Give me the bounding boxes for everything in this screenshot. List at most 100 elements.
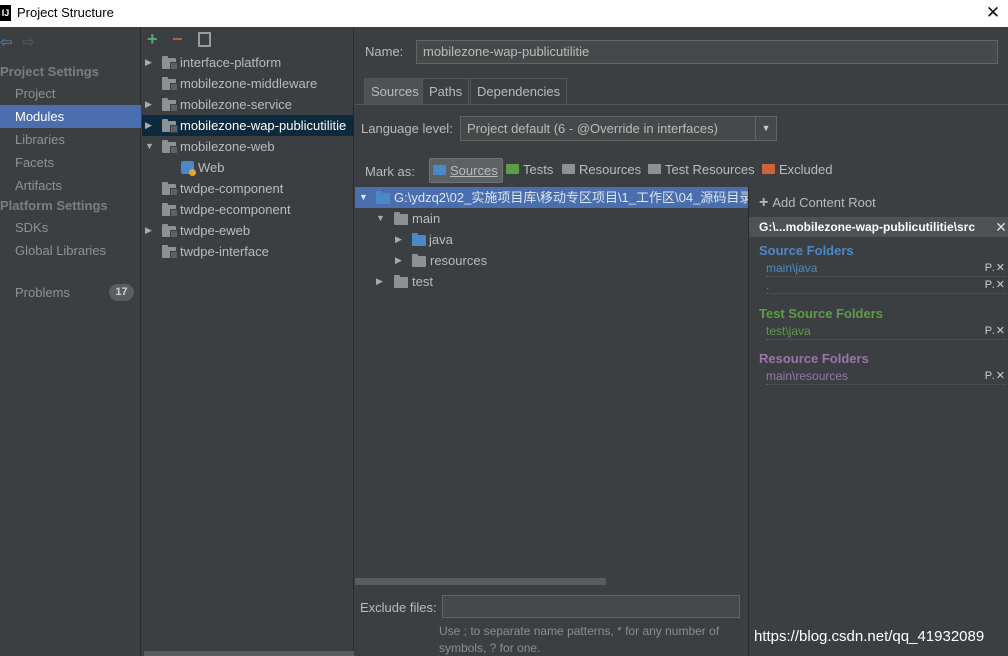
module-name-input[interactable]: mobilezone-wap-publicutilitie — [416, 40, 998, 64]
tree-row-label: twdpe-ecomponent — [180, 202, 291, 217]
tree-row-twdpe-ecomponent[interactable]: twdpe-ecomponent — [142, 199, 354, 220]
tree-row-label: mobilezone-middleware — [180, 76, 318, 91]
folder-entry-actions-icon[interactable]: P.✕ — [985, 323, 1006, 340]
nav-item-modules[interactable]: Modules — [0, 105, 141, 128]
resource-folders-title: Resource Folders — [759, 351, 869, 366]
tab-paths[interactable]: Paths — [422, 78, 470, 104]
exclude-files-input[interactable] — [442, 595, 740, 618]
web-facet-icon — [181, 161, 196, 176]
mark-test-resources-button[interactable]: Test Resources — [645, 158, 759, 183]
test-source-folders-title: Test Source Folders — [759, 306, 884, 321]
platform-settings-header: Platform Settings — [0, 198, 108, 213]
tree-row-label: twdpe-eweb — [180, 223, 251, 238]
module-folder-icon — [162, 98, 178, 112]
tree-row-twdpe-eweb[interactable]: ▶ twdpe-eweb — [142, 220, 354, 241]
mark-tests-button[interactable]: Tests — [503, 158, 557, 183]
folder-entry-actions-icon[interactable]: P.✕ — [985, 277, 1006, 294]
collapse-arrow-icon[interactable]: ▼ — [145, 136, 155, 157]
tree-row-label: twdpe-component — [180, 181, 284, 196]
mark-sources-button[interactable]: Sources — [429, 158, 503, 183]
language-level-label: Language level: — [361, 121, 453, 136]
folder-icon — [376, 191, 390, 204]
window-title: Project Structure — [17, 5, 114, 20]
add-content-root-button[interactable]: + Add Content Root — [759, 194, 876, 212]
tree-row-resources[interactable]: ▶ resources — [355, 250, 748, 271]
settings-nav: ⇦ ⇨ Project Settings Project Modules Lib… — [0, 27, 141, 656]
module-folder-icon — [162, 77, 178, 91]
chevron-down-icon[interactable]: ▼ — [755, 117, 776, 140]
history-nav: ⇦ ⇨ — [0, 35, 60, 51]
back-arrow-icon[interactable]: ⇦ — [0, 35, 13, 51]
source-folder-path: . — [766, 278, 770, 292]
problems-count-badge: 17 — [109, 284, 134, 301]
tree-row-label: java — [429, 232, 453, 247]
nav-item-libraries[interactable]: Libraries — [0, 128, 141, 151]
resource-folder-icon — [412, 254, 426, 267]
tree-row-mobilezone-wap-publicutilitie[interactable]: ▶ mobilezone-wap-publicutilitie — [142, 115, 354, 136]
expand-arrow-icon[interactable]: ▶ — [145, 115, 155, 136]
tabs-divider — [355, 104, 1008, 105]
resource-folder-entry: main\resources P.✕ — [766, 368, 1006, 385]
add-content-root-label: Add Content Root — [772, 195, 876, 210]
add-icon: + — [759, 194, 769, 211]
test-source-folder-entry: test\java P.✕ — [766, 323, 1006, 340]
tree-horizontal-scrollbar[interactable] — [144, 651, 354, 656]
test-source-folder-path: test\java — [766, 324, 811, 338]
remove-content-root-icon[interactable]: ✕ — [993, 217, 1008, 237]
tree-row-label: resources — [430, 253, 488, 268]
tab-sources[interactable]: Sources — [364, 78, 426, 104]
tree-row-label: Web — [198, 160, 225, 175]
language-level-select[interactable]: Project default (6 - @Override in interf… — [460, 116, 777, 141]
folder-entry-actions-icon[interactable]: P.✕ — [985, 368, 1006, 385]
language-level-value: Project default (6 - @Override in interf… — [467, 121, 718, 136]
tree-row-test[interactable]: ▶ test — [355, 271, 748, 292]
expand-arrow-icon[interactable]: ▶ — [145, 52, 155, 73]
content-root-header-path: G:\...mobilezone-wap-publicutilitie\src — [759, 220, 976, 234]
tree-row-main[interactable]: ▼ main — [355, 208, 748, 229]
nav-item-facets[interactable]: Facets — [0, 151, 141, 174]
nav-item-project[interactable]: Project — [0, 82, 141, 105]
source-folder-icon — [412, 233, 426, 246]
project-settings-header: Project Settings — [0, 64, 99, 79]
tree-row-java[interactable]: ▶ java — [355, 229, 748, 250]
expand-arrow-icon[interactable]: ▶ — [395, 229, 402, 250]
tree-row-interface-platform[interactable]: ▶ interface-platform — [142, 52, 354, 73]
mark-excluded-label: Excluded — [779, 162, 833, 177]
content-root-path: G:\ydzq2\02_实施项目库\移动专区项目\1_工作区\04_源码目录\t… — [394, 190, 748, 205]
copy-icon[interactable] — [198, 32, 211, 47]
tree-row-mobilezone-service[interactable]: ▶ mobilezone-service — [142, 94, 354, 115]
exclude-files-label: Exclude files: — [360, 600, 437, 615]
nav-item-sdks[interactable]: SDKs — [0, 216, 141, 239]
tab-dependencies[interactable]: Dependencies — [470, 78, 568, 104]
tree-row-label: test — [412, 274, 433, 289]
title-bar: IJ Project Structure ✕ — [0, 0, 1008, 27]
tree-row-mobilezone-middleware[interactable]: mobilezone-middleware — [142, 73, 354, 94]
module-tree: + − ▶ interface-platform mobilezone-midd… — [142, 27, 354, 656]
forward-arrow-icon[interactable]: ⇨ — [22, 35, 35, 51]
remove-module-icon[interactable]: − — [172, 29, 183, 49]
collapse-arrow-icon[interactable]: ▼ — [359, 187, 368, 208]
content-tree-scrollbar[interactable] — [355, 578, 606, 585]
expand-arrow-icon[interactable]: ▶ — [376, 271, 383, 292]
content-root-row[interactable]: ▼ G:\ydzq2\02_实施项目库\移动专区项目\1_工作区\04_源码目录… — [355, 187, 748, 208]
nav-item-global-libraries[interactable]: Global Libraries — [0, 239, 141, 262]
close-icon[interactable]: ✕ — [978, 0, 1008, 27]
tree-row-twdpe-component[interactable]: twdpe-component — [142, 178, 354, 199]
mark-resources-button[interactable]: Resources — [559, 158, 645, 183]
tree-row-label: main — [412, 211, 441, 226]
expand-arrow-icon[interactable]: ▶ — [395, 250, 402, 271]
expand-arrow-icon[interactable]: ▶ — [145, 220, 155, 241]
nav-item-artifacts[interactable]: Artifacts — [0, 174, 141, 197]
add-module-icon[interactable]: + — [147, 29, 158, 49]
mark-excluded-button[interactable]: Excluded — [759, 158, 836, 183]
mark-sources-label: Sources — [450, 163, 498, 178]
mark-tests-label: Tests — [523, 162, 554, 177]
folder-entry-actions-icon[interactable]: P.✕ — [985, 260, 1006, 277]
tree-row-label: twdpe-interface — [180, 244, 269, 259]
tree-row-mobilezone-web[interactable]: ▼ mobilezone-web — [142, 136, 354, 157]
collapse-arrow-icon[interactable]: ▼ — [376, 208, 385, 229]
tree-row-twdpe-interface[interactable]: twdpe-interface — [142, 241, 354, 262]
expand-arrow-icon[interactable]: ▶ — [145, 94, 155, 115]
exclude-files-hint: Use ; to separate name patterns, * for a… — [439, 624, 720, 655]
tree-row-web-facet[interactable]: Web — [142, 157, 354, 178]
